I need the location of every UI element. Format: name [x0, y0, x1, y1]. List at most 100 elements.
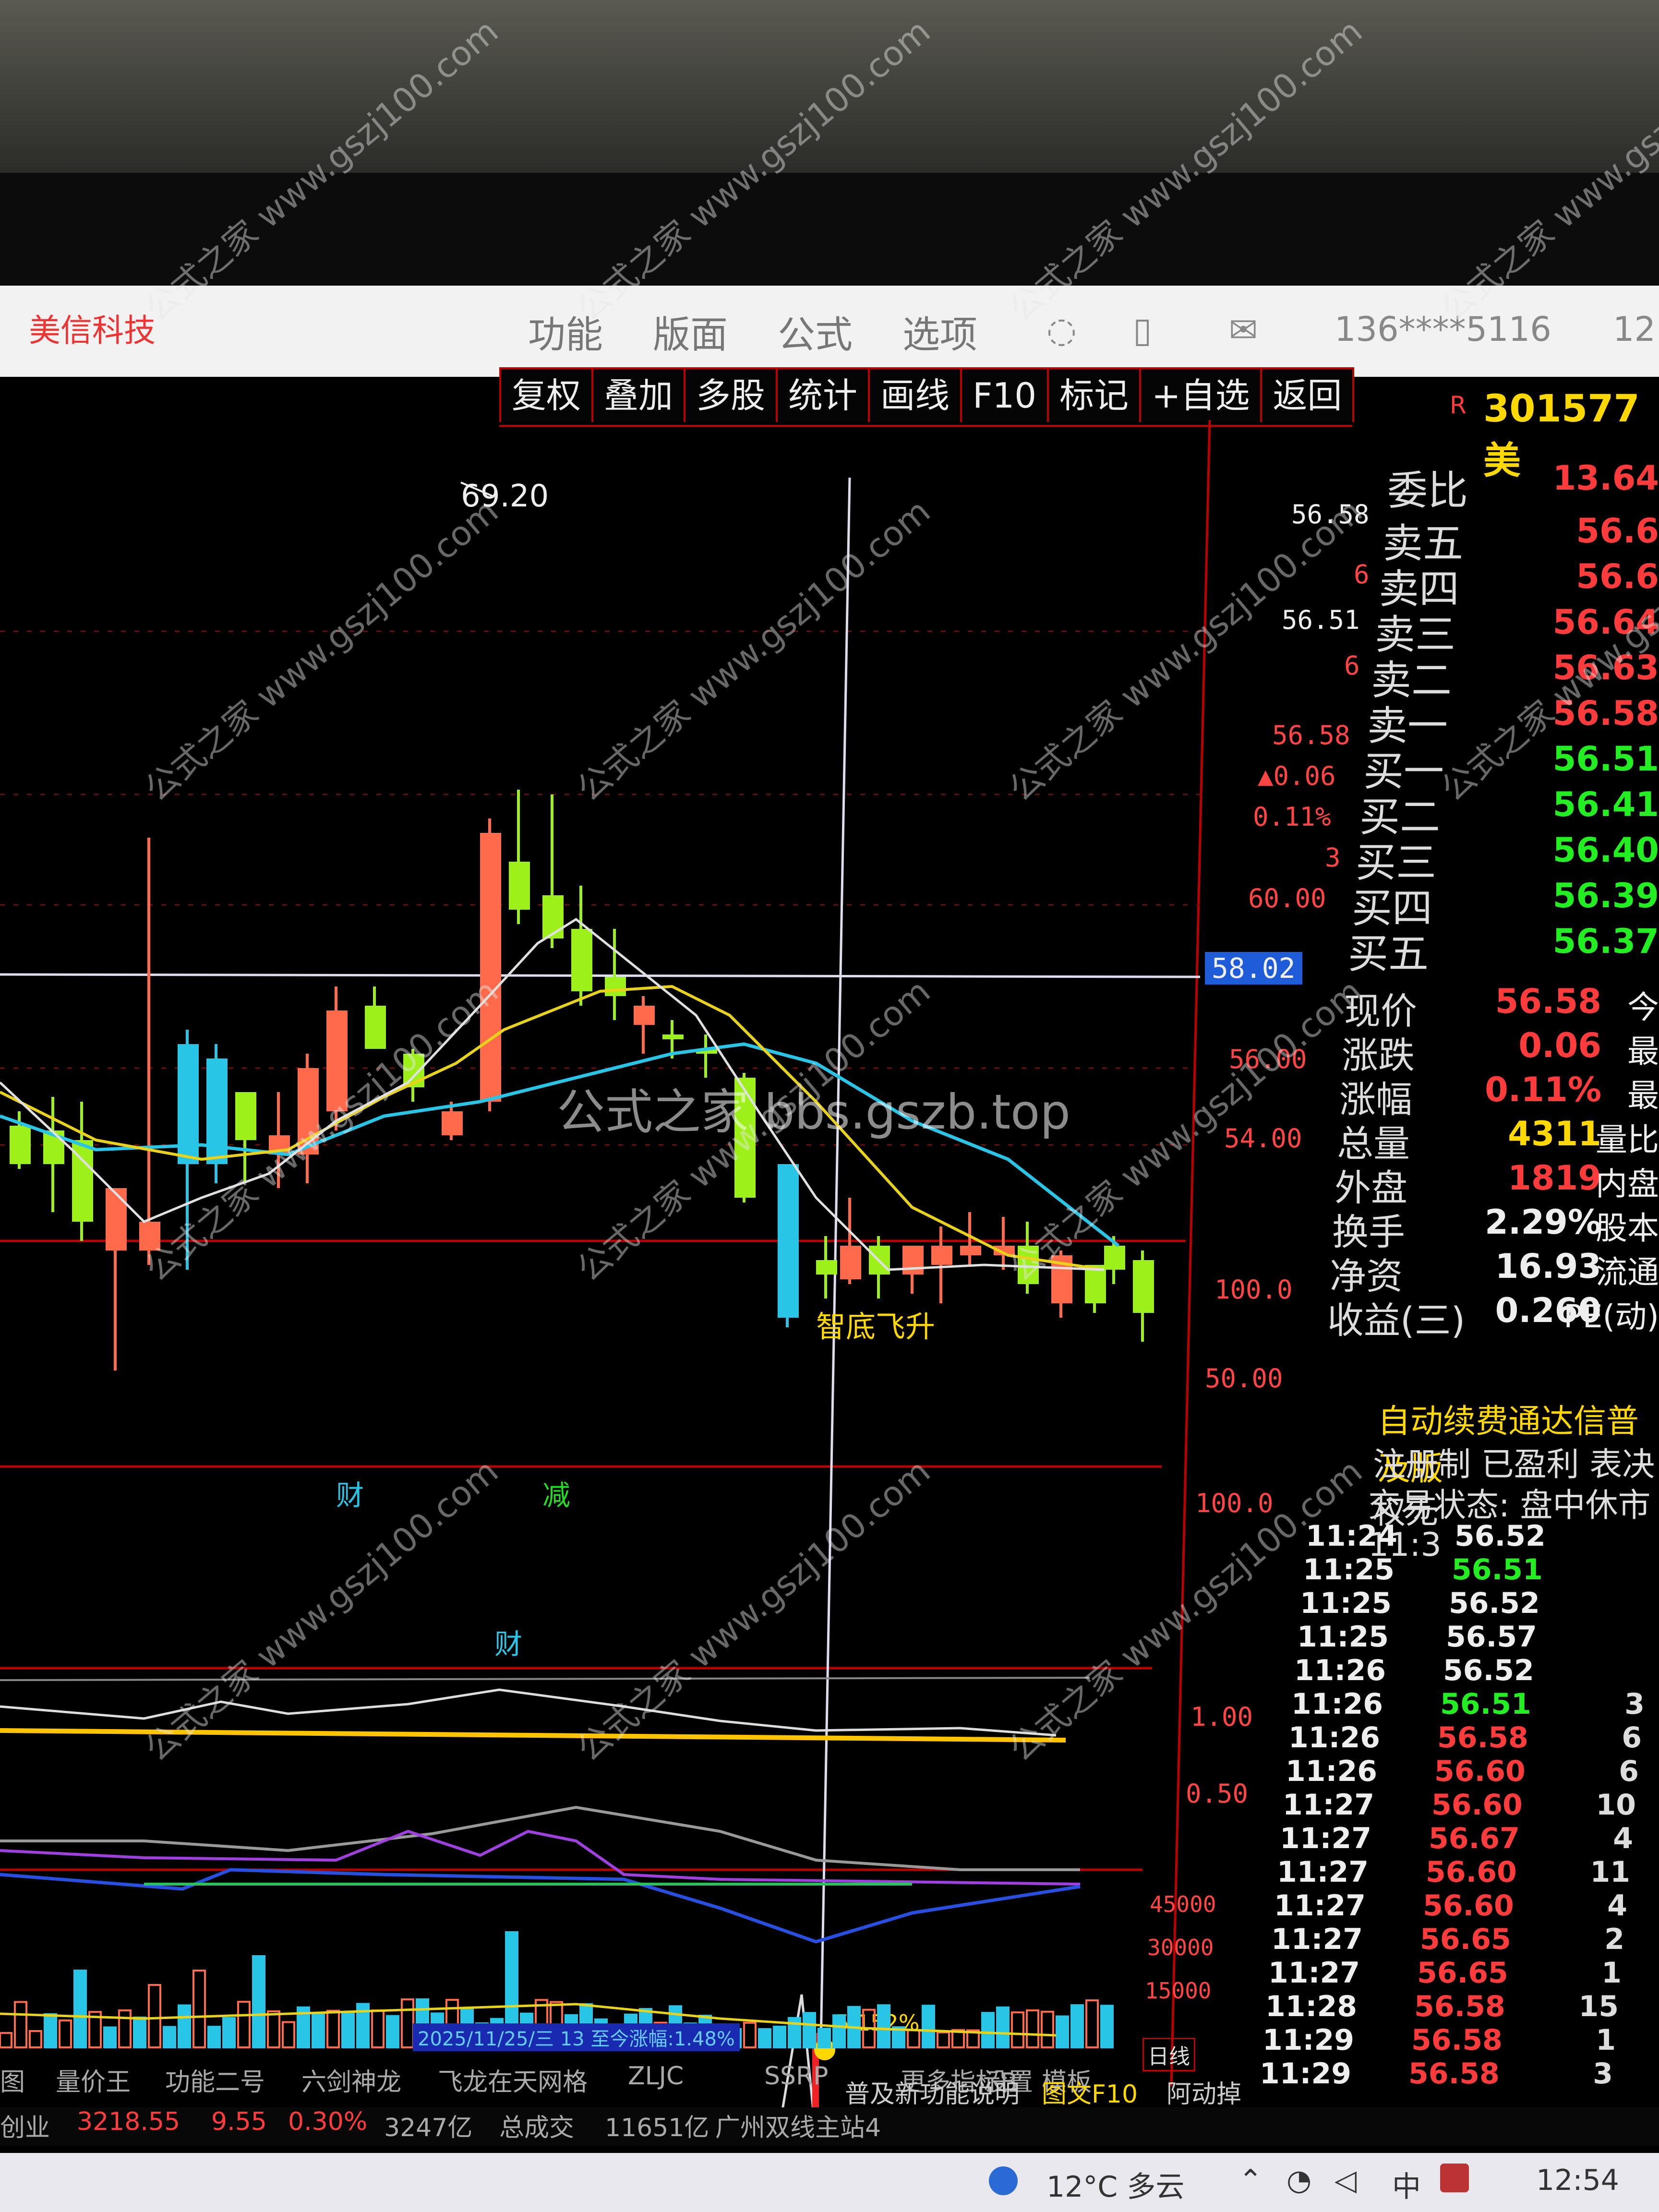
- volume-bar: [981, 2012, 995, 2048]
- tick-time: 11:26: [1286, 1755, 1377, 1788]
- tick-price: 56.60: [1423, 1889, 1514, 1923]
- vol-axis-30000: 30000: [1147, 1935, 1214, 1960]
- quote-extra-label: 内盘: [1596, 1166, 1659, 1202]
- tick-price: 56.51: [1452, 1553, 1543, 1587]
- orderbook-row[interactable]: 买三 56.40: [1306, 830, 1659, 886]
- bottom-tab[interactable]: 图: [0, 2062, 25, 2098]
- candle-body: [960, 1246, 981, 1255]
- tick-row: 11:29 56.58 3: [1260, 2057, 1613, 2092]
- vol-axis-45000: 45000: [1150, 1891, 1216, 1917]
- clock-partial: 12: [1613, 310, 1656, 349]
- quote-value: 4311: [1508, 1114, 1601, 1154]
- volume-bar: [237, 2001, 251, 2048]
- tick-price: 56.52: [1443, 1654, 1534, 1687]
- bottom-tab[interactable]: ZLJC: [628, 2062, 684, 2091]
- weather-icon[interactable]: [989, 2166, 1018, 2195]
- bottom-tab[interactable]: 六剑神龙: [301, 2062, 401, 2098]
- tick-price: 56.52: [1449, 1587, 1540, 1620]
- cursor-price-box: 58.02: [1205, 952, 1302, 985]
- tick-volume: 3: [1624, 1687, 1645, 1721]
- tick-time: 11:29: [1262, 2023, 1354, 2057]
- network-icon[interactable]: ◔: [1286, 2164, 1311, 2197]
- orderbook-row[interactable]: 卖四 56.6: [1306, 557, 1659, 613]
- quote-extra-label: 股本: [1596, 1210, 1659, 1247]
- tick-row: 11:26 56.52: [1294, 1654, 1647, 1688]
- weibi-row: 委比 13.64: [1306, 458, 1659, 514]
- quote-extra-label: PE(动): [1563, 1298, 1659, 1335]
- volume-bar: [178, 2004, 191, 2048]
- quote-value: 0.11%: [1485, 1070, 1601, 1109]
- windows-taskbar: 12°C 多云 ⌃ ◔ ◁ 中 12:54: [0, 2153, 1659, 2212]
- status-bar: 创业 3218.55 9.55 0.30% 3247亿 总成交 11651亿 广…: [0, 2080, 1659, 2146]
- vol-axis-15000: 15000: [1145, 1978, 1212, 2004]
- tick-row: 11:24 56.52: [1306, 1519, 1659, 1554]
- tick-time: 11:28: [1265, 1990, 1357, 2023]
- candle-body: [605, 977, 626, 996]
- candle-body: [235, 1092, 256, 1140]
- volume-bar: [1011, 2011, 1024, 2048]
- volume-icon[interactable]: ◁: [1334, 2164, 1357, 2197]
- tray-arrow-icon[interactable]: ⌃: [1238, 2164, 1262, 2197]
- tick-time: 11:26: [1294, 1654, 1386, 1687]
- app-tray-icon[interactable]: [1440, 2164, 1469, 2192]
- tick-volume: 4: [1613, 1822, 1633, 1855]
- tick-price: 56.58: [1411, 2023, 1503, 2057]
- date-range-label: 2025/11/25/三 13 至今涨幅:1.48%: [413, 2023, 740, 2051]
- candle-body: [778, 1164, 799, 1318]
- volume-bar: [207, 2026, 221, 2048]
- bottom-tab[interactable]: 量价王: [56, 2062, 131, 2098]
- move-link[interactable]: 阿动掉: [1166, 2074, 1241, 2110]
- account-number: 136****5116: [1334, 310, 1551, 349]
- bottom-tab[interactable]: SSRP: [764, 2062, 829, 2091]
- candle-body: [442, 1111, 463, 1135]
- candle-body: [365, 1006, 386, 1049]
- tick-row: 11:29 56.58 1: [1262, 2023, 1616, 2058]
- signal-label: 智底飞升: [816, 1309, 935, 1344]
- candle-body: [480, 833, 501, 1102]
- tick-time: 11:27: [1271, 1923, 1363, 1956]
- tick-row: 11:26 56.60 6: [1286, 1755, 1639, 1789]
- candle-body: [931, 1246, 952, 1265]
- tick-volume: 2: [1604, 1923, 1624, 1956]
- candle-body: [634, 1006, 655, 1025]
- zoom-label[interactable]: 日线: [1142, 2038, 1195, 2071]
- tick-volume: 4: [1607, 1889, 1627, 1923]
- ind3-axis-1: 1.00: [1190, 1702, 1253, 1732]
- marker-cai: 财: [336, 1479, 364, 1512]
- promo-link[interactable]: 普及新功能说明: [845, 2074, 1020, 2110]
- candle-body: [571, 929, 592, 991]
- tick-row: 11:27 56.60 4: [1274, 1889, 1627, 1923]
- volume-bar: [252, 1955, 265, 2048]
- total-amount-label: 总成交: [499, 2114, 575, 2142]
- tick-row: 11:27 56.65 2: [1271, 1923, 1624, 1957]
- orderbook-price: 56.6: [1576, 511, 1659, 551]
- bottom-tab[interactable]: 飞龙在天网格: [438, 2062, 588, 2098]
- tick-row: 11:26 56.51 3: [1291, 1687, 1645, 1722]
- tick-price: 56.60: [1431, 1788, 1523, 1822]
- volume-bar: [877, 2004, 890, 2049]
- quote-extra-label: 最: [1627, 1077, 1659, 1114]
- volume-bar: [29, 2030, 42, 2048]
- quote-value: 16.93: [1495, 1247, 1601, 1286]
- bottom-tab[interactable]: 功能二号: [165, 2062, 265, 2098]
- tick-row: 11:27 56.60 11: [1277, 1855, 1630, 1890]
- tick-price: 56.58: [1437, 1721, 1528, 1755]
- volume-bar: [773, 2025, 786, 2049]
- quote-row: 换手 2.29% 股本: [1306, 1202, 1659, 1253]
- orderbook-row[interactable]: 买四 56.39: [1306, 876, 1659, 932]
- tick-time: 11:25: [1303, 1553, 1395, 1587]
- orderbook-row[interactable]: 买二 56.41: [1306, 785, 1659, 841]
- price-axis-54: 54.00: [1224, 1123, 1302, 1154]
- quote-row: 涨幅 0.11% 最: [1306, 1070, 1659, 1121]
- volume-bar: [103, 2026, 117, 2049]
- f10-link[interactable]: 图文F10: [1042, 2074, 1138, 2110]
- orderbook-row[interactable]: 买五 56.37: [1306, 922, 1659, 977]
- tick-row: 11:27 56.65 1: [1268, 1956, 1622, 1991]
- ime-indicator[interactable]: 中: [1392, 2164, 1421, 2205]
- candle-body: [816, 1260, 837, 1274]
- volume-bar: [0, 2032, 12, 2048]
- tick-price: 56.65: [1417, 1956, 1508, 1990]
- volume-bar: [832, 2014, 846, 2049]
- candle-body: [106, 1188, 127, 1250]
- weather-text[interactable]: 12°C 多云: [1046, 2164, 1184, 2205]
